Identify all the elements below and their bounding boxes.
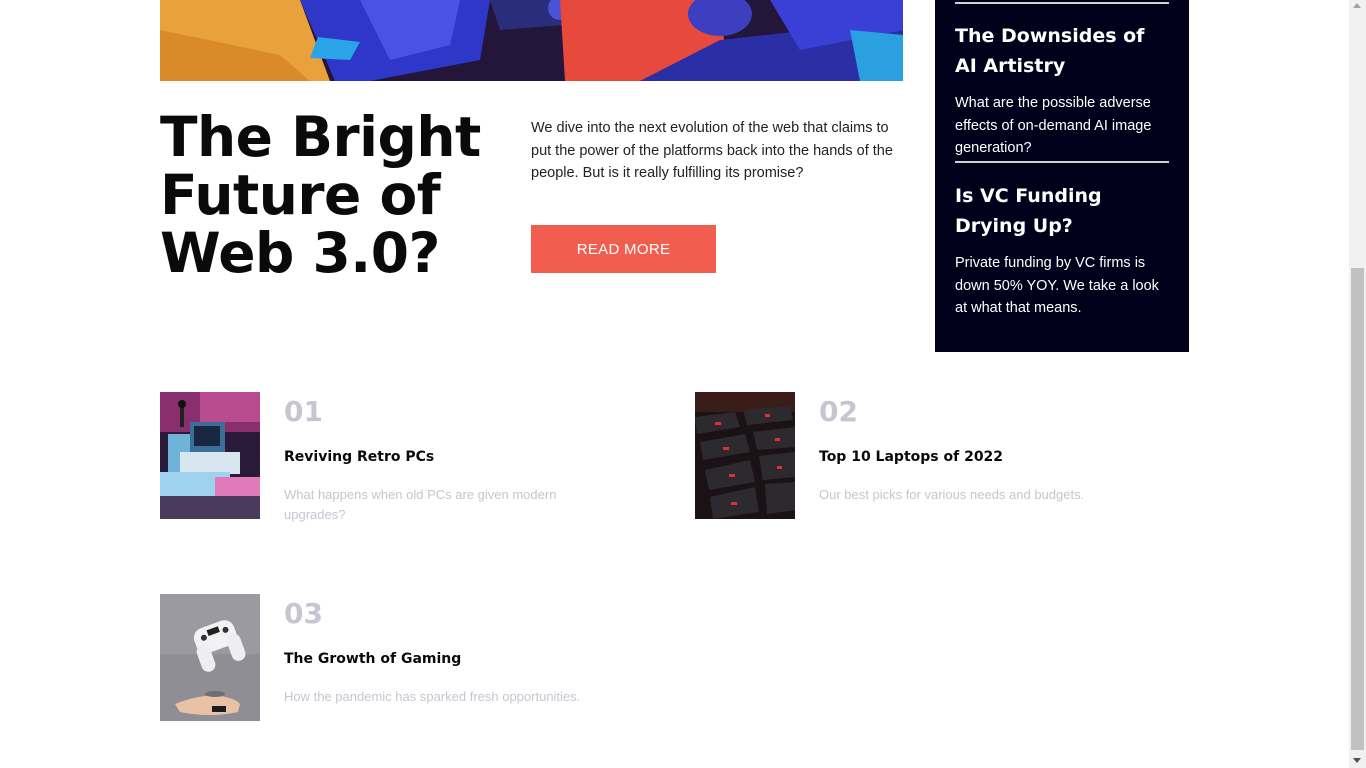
- article-thumbnail[interactable]: [160, 392, 260, 519]
- sidebar-item-title[interactable]: Is VC Funding Drying Up?: [955, 181, 1169, 241]
- scroll-down-arrow-icon[interactable]: [1353, 758, 1361, 763]
- sidebar-item-title[interactable]: The Downsides of AI Artistry: [955, 21, 1169, 81]
- divider: [955, 2, 1169, 4]
- article-description: Our best picks for various needs and bud…: [819, 487, 1085, 502]
- new-articles-sidebar: The Downsides of AI Artistry What are th…: [935, 0, 1189, 352]
- sidebar-item-description: Private funding by VC firms is down 50% …: [955, 255, 1159, 316]
- article-thumbnail[interactable]: [695, 392, 795, 519]
- article-number: 02: [819, 395, 858, 428]
- vertical-scrollbar[interactable]: [1349, 0, 1366, 768]
- divider: [955, 161, 1169, 163]
- hero-image: [160, 0, 903, 81]
- article-description: What happens when old PCs are given mode…: [284, 487, 557, 522]
- article-card: 03 The Growth of Gaming How the pandemic…: [160, 594, 640, 724]
- article-card: 01 Reviving Retro PCs What happens when …: [160, 392, 640, 522]
- article-title[interactable]: Reviving Retro PCs: [284, 447, 434, 467]
- article-number: 01: [284, 395, 323, 428]
- article-card: 02 Top 10 Laptops of 2022 Our best picks…: [695, 392, 1175, 522]
- article-thumbnail[interactable]: [160, 594, 260, 721]
- sidebar-item-description: What are the possible adverse effects of…: [955, 95, 1152, 156]
- hero-description: We dive into the next evolution of the w…: [531, 120, 893, 181]
- article-title[interactable]: The Growth of Gaming: [284, 649, 461, 669]
- article-number: 03: [284, 597, 323, 630]
- scroll-up-arrow-icon[interactable]: [1353, 3, 1361, 8]
- scrollbar-thumb[interactable]: [1351, 268, 1364, 750]
- article-description: How the pandemic has sparked fresh oppor…: [284, 689, 581, 704]
- hero-title: The Bright Future of Web 3.0?: [160, 105, 481, 285]
- article-title[interactable]: Top 10 Laptops of 2022: [819, 447, 1003, 467]
- read-more-button[interactable]: READ MORE: [531, 225, 716, 273]
